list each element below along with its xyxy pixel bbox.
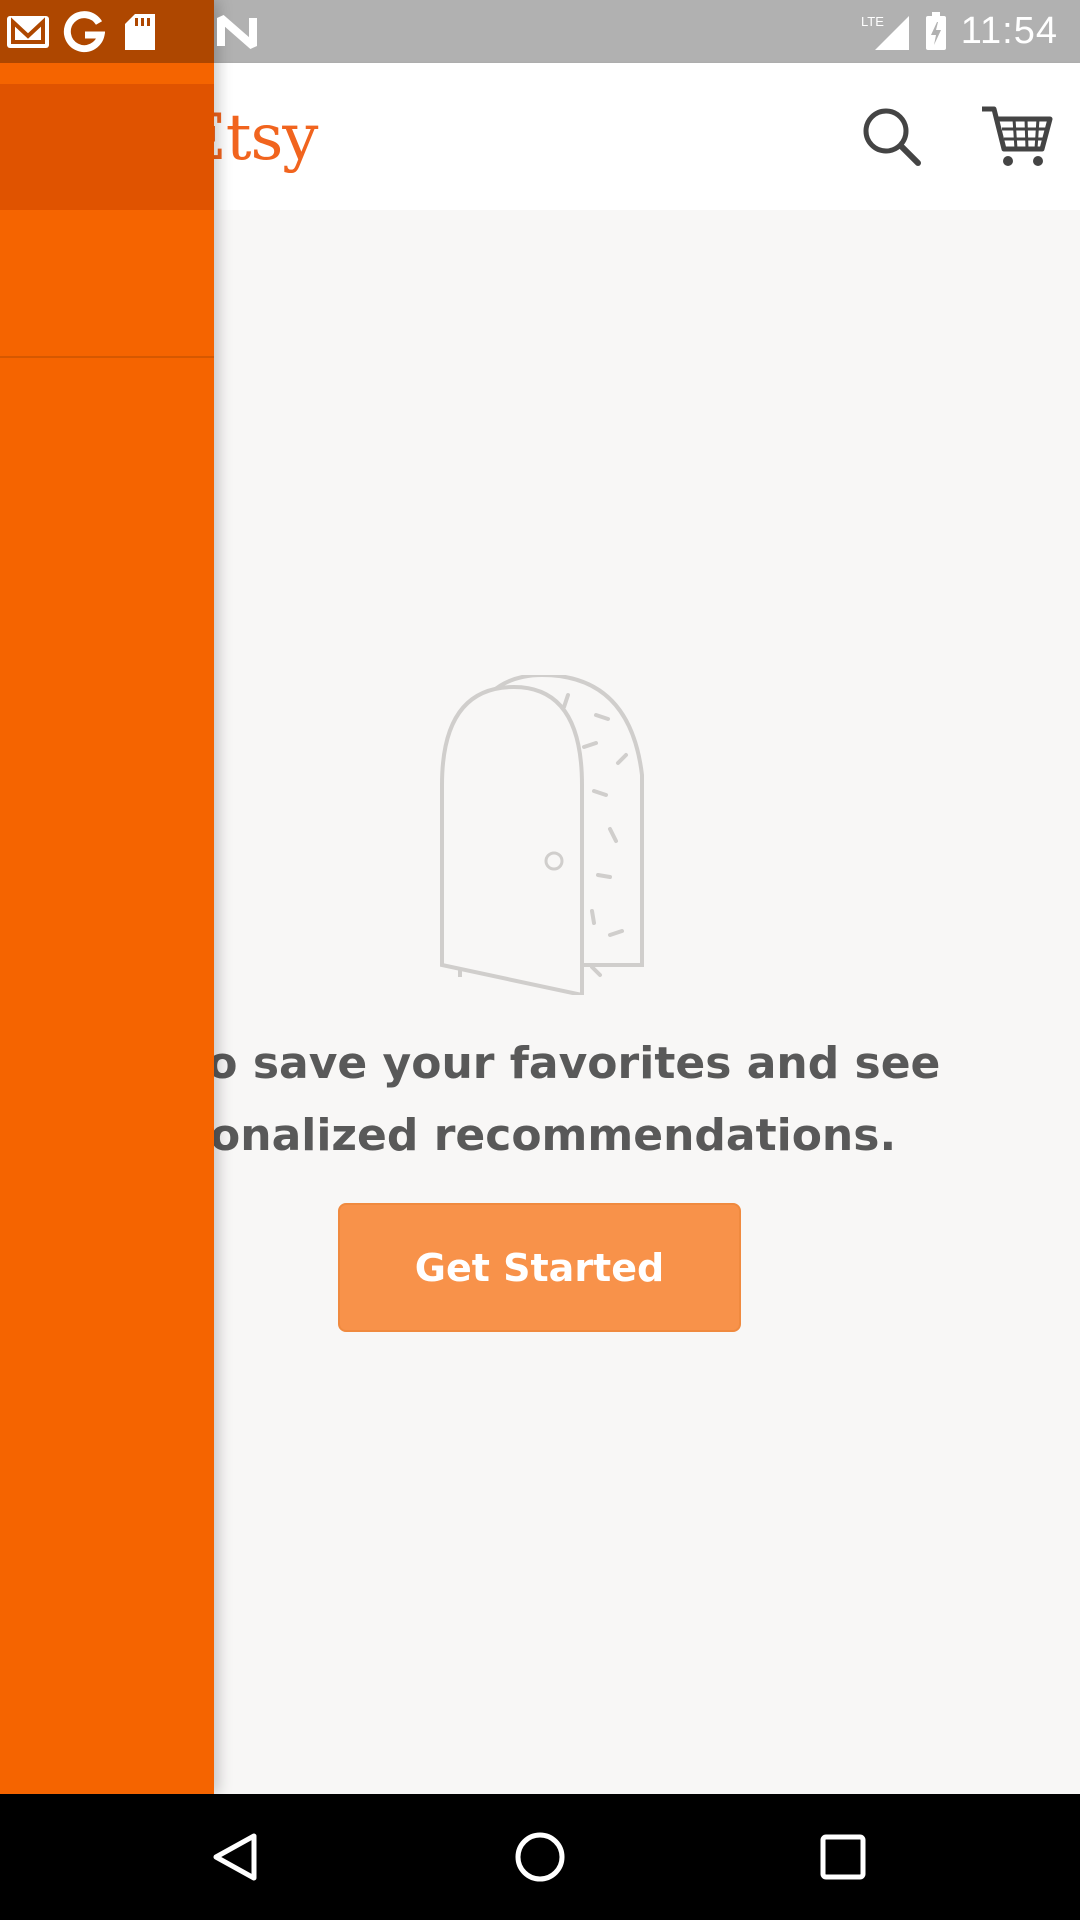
status-right-group: LTE 11:54 [859,0,1058,63]
battery-charging-icon [925,11,946,50]
home-icon [515,1832,565,1882]
search-button[interactable] [858,103,926,171]
status-time: 11:54 [960,10,1058,52]
back-icon [213,1833,257,1881]
search-icon [863,108,921,166]
drawer-divider [0,356,214,358]
system-nav-bar [0,1794,1080,1920]
cart-button[interactable] [978,103,1056,171]
navigation-drawer[interactable] [0,0,214,1794]
recents-icon [820,1834,866,1880]
get-started-button[interactable]: Get Started [338,1203,741,1332]
n-icon [214,0,260,63]
back-button[interactable] [202,1822,272,1892]
lte-signal-icon: LTE [861,14,909,50]
gmail-icon [0,0,56,63]
home-button[interactable] [505,1822,575,1892]
drawer-status-area [0,0,214,63]
cart-icon [982,106,1053,166]
open-door-icon [440,675,644,995]
google-icon [56,0,112,63]
sd-card-icon [112,0,168,63]
network-label: LTE [861,14,884,29]
drawer-header[interactable] [0,84,214,210]
recents-button[interactable] [808,1822,878,1892]
